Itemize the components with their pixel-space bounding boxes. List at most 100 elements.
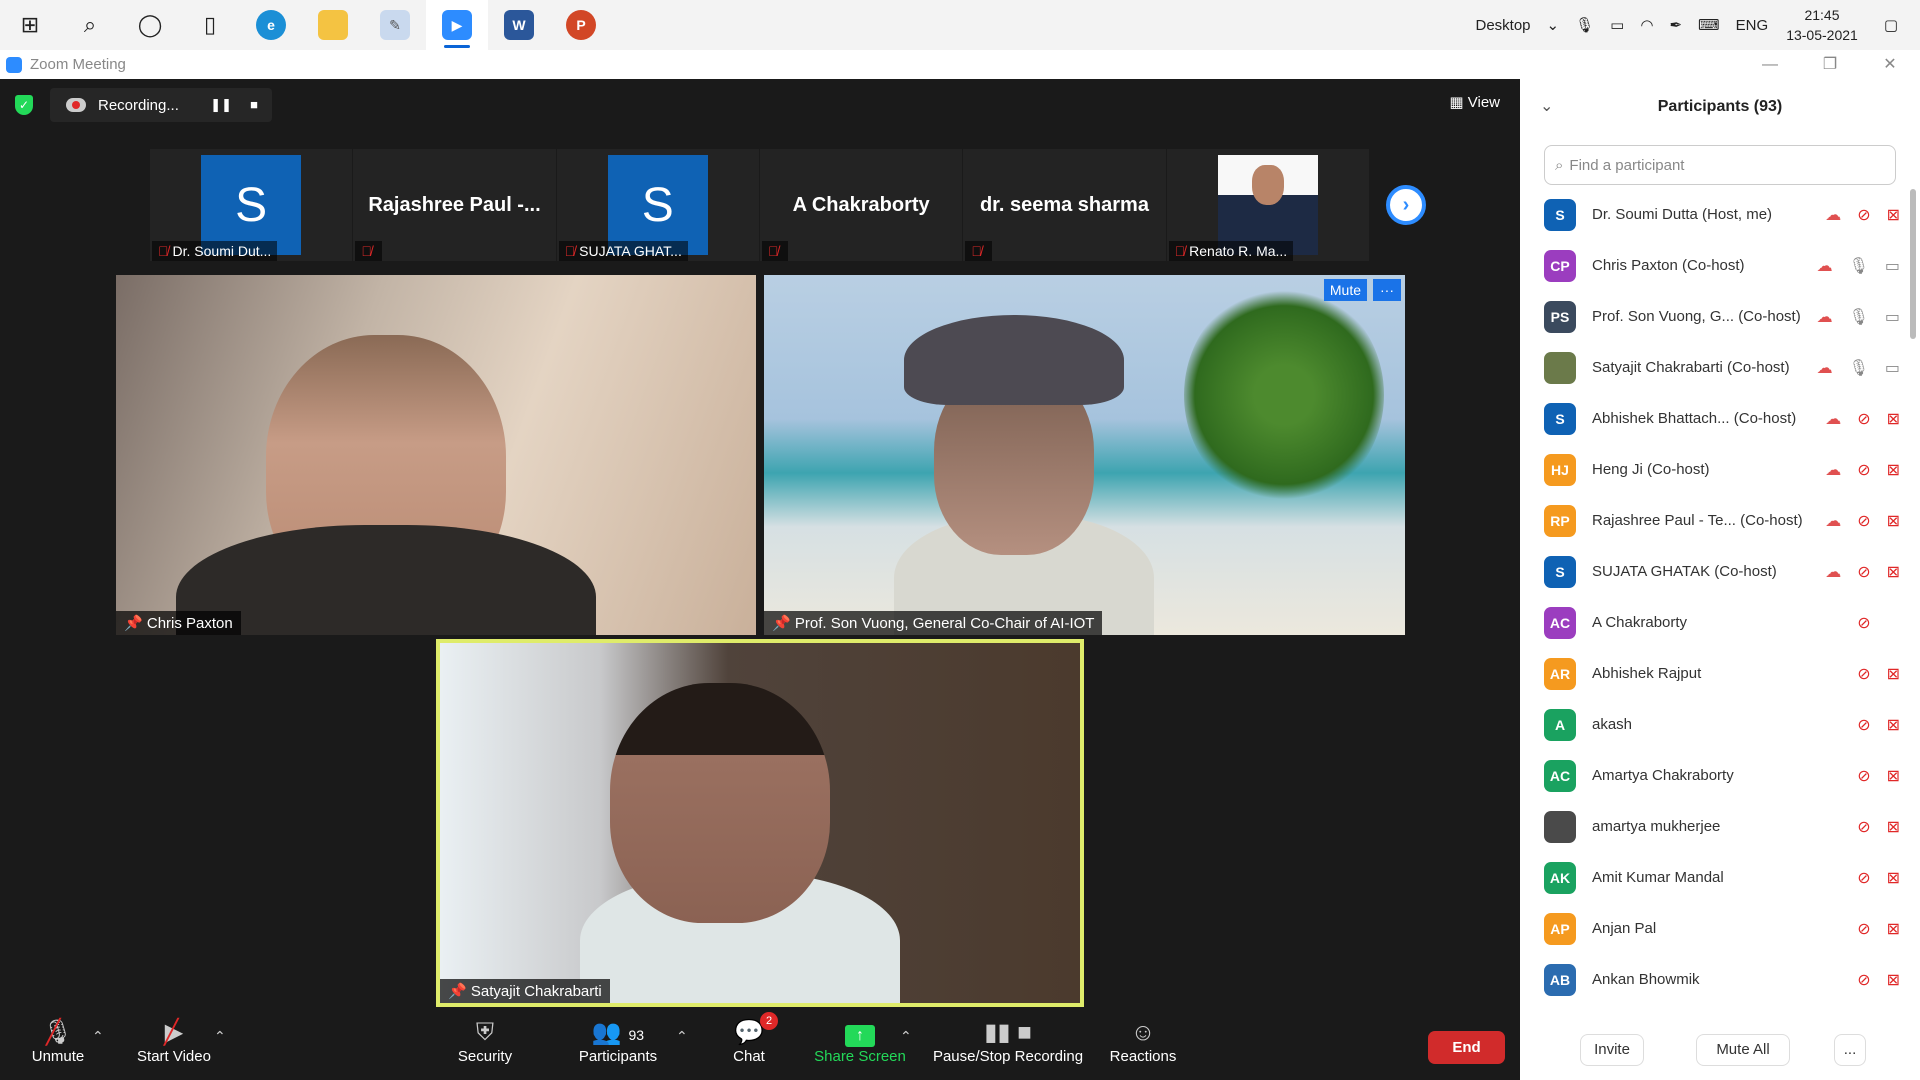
end-meeting-button[interactable]: End: [1428, 1031, 1505, 1064]
more-options-button[interactable]: ···: [1373, 279, 1401, 301]
chevron-down-icon[interactable]: ⌄: [1547, 16, 1560, 34]
wifi-icon[interactable]: ◠: [1640, 16, 1653, 34]
participant-row[interactable]: AR Abhishek Rajput ⊘ ⊠: [1520, 648, 1910, 699]
microphone-icon[interactable]: 🎙: [1849, 256, 1869, 276]
muted-mic-icon[interactable]: ⊘: [1857, 664, 1870, 684]
microphone-icon[interactable]: 🎙: [1575, 16, 1594, 34]
view-button[interactable]: ▦ View: [1449, 93, 1500, 111]
stop-recording-icon[interactable]: ■: [250, 97, 258, 112]
participant-row[interactable]: RP Rajashree Paul - Te... (Co-host) ☁ ⊘ ⊠: [1520, 495, 1910, 546]
video-off-icon[interactable]: ⊠: [1887, 511, 1900, 531]
share-screen-button[interactable]: ↑ Share Screen: [814, 1018, 906, 1065]
reactions-button[interactable]: ☺ Reactions: [1108, 1018, 1178, 1065]
muted-mic-icon[interactable]: ⊘: [1857, 613, 1870, 633]
participant-row[interactable]: S Abhishek Bhattach... (Co-host) ☁ ⊘ ⊠: [1520, 393, 1910, 444]
pen-icon[interactable]: ✒: [1669, 16, 1682, 34]
mute-participant-button[interactable]: Mute: [1323, 279, 1367, 301]
participant-row[interactable]: PS Prof. Son Vuong, G... (Co-host) ☁ 🎙 ▭: [1520, 291, 1910, 342]
participant-row[interactable]: AB Ankan Bhowmik ⊘ ⊠: [1520, 954, 1910, 1005]
muted-mic-icon[interactable]: ⊘: [1857, 970, 1870, 990]
thumbnail-tile[interactable]: A Chakraborty 🎙̸: [759, 149, 963, 261]
microphone-icon[interactable]: 🎙: [1849, 307, 1869, 327]
participant-row[interactable]: CP Chris Paxton (Co-host) ☁ 🎙 ▭: [1520, 240, 1910, 291]
more-options-button[interactable]: ...: [1834, 1034, 1866, 1066]
participant-row[interactable]: HJ Heng Ji (Co-host) ☁ ⊘ ⊠: [1520, 444, 1910, 495]
search-icon[interactable]: ⌕: [60, 0, 120, 50]
active-speaker-video-tile[interactable]: 📌 Satyajit Chakrabarti: [436, 639, 1084, 1007]
pause-stop-recording-button[interactable]: ▮▮ ■ Pause/Stop Recording: [930, 1018, 1086, 1065]
muted-mic-icon[interactable]: ⊘: [1857, 919, 1870, 939]
video-off-icon[interactable]: ⊠: [1887, 715, 1900, 735]
video-camera-icon[interactable]: ▭: [1885, 256, 1900, 276]
next-page-arrow-icon[interactable]: ›: [1386, 185, 1426, 225]
cortana-icon[interactable]: ◯: [120, 0, 180, 50]
clock[interactable]: 21:45 13-05-2021: [1786, 5, 1858, 45]
close-icon[interactable]: ✕: [1860, 50, 1920, 79]
participant-row[interactable]: AC A Chakraborty ⊘: [1520, 597, 1910, 648]
encryption-shield-icon[interactable]: ✓: [15, 95, 33, 115]
paint-app-icon[interactable]: ✎: [364, 0, 426, 50]
participant-row[interactable]: AC Amartya Chakraborty ⊘ ⊠: [1520, 750, 1910, 801]
video-options-caret-icon[interactable]: ⌃: [214, 1028, 226, 1045]
video-off-icon[interactable]: ⊠: [1887, 817, 1900, 837]
desktop-toolbar-label[interactable]: Desktop: [1476, 17, 1531, 34]
video-off-icon[interactable]: ⊠: [1887, 664, 1900, 684]
battery-icon[interactable]: ▭: [1610, 16, 1624, 34]
collapse-chevron-icon[interactable]: ⌄: [1540, 79, 1553, 135]
muted-mic-icon[interactable]: ⊘: [1857, 511, 1870, 531]
unmute-button[interactable]: 🎙 ╱ Unmute: [24, 1018, 92, 1065]
participants-button[interactable]: 👥 93 Participants: [570, 1018, 666, 1065]
video-camera-icon[interactable]: ▭: [1885, 307, 1900, 327]
notification-icon[interactable]: ▢: [1884, 16, 1898, 34]
muted-mic-icon[interactable]: ⊘: [1857, 409, 1870, 429]
video-tile[interactable]: Mute ··· 📌 Prof. Son Vuong, General Co-C…: [764, 275, 1405, 635]
participant-row[interactable]: amartya mukherjee ⊘ ⊠: [1520, 801, 1910, 852]
video-tile[interactable]: 📌 Chris Paxton: [116, 275, 756, 635]
thumbnail-tile[interactable]: S 🎙̸ Dr. Soumi Dut...: [150, 149, 353, 261]
minimize-icon[interactable]: —: [1740, 50, 1800, 79]
video-camera-icon[interactable]: ▭: [1885, 358, 1900, 378]
participant-row[interactable]: S Dr. Soumi Dutta (Host, me) ☁ ⊘ ⊠: [1520, 189, 1910, 240]
video-off-icon[interactable]: ⊠: [1887, 919, 1900, 939]
muted-mic-icon[interactable]: ⊘: [1857, 868, 1870, 888]
start-video-button[interactable]: ▶ ╱ Start Video: [130, 1018, 218, 1065]
participant-row[interactable]: Satyajit Chakrabarti (Co-host) ☁ 🎙 ▭: [1520, 342, 1910, 393]
video-off-icon[interactable]: ⊠: [1887, 868, 1900, 888]
keyboard-icon[interactable]: ⌨: [1698, 16, 1720, 34]
audio-options-caret-icon[interactable]: ⌃: [92, 1028, 104, 1045]
file-explorer-app-icon[interactable]: [302, 0, 364, 50]
participant-row[interactable]: AK Amit Kumar Mandal ⊘ ⊠: [1520, 852, 1910, 903]
participant-search-input[interactable]: ⌕ Find a participant: [1544, 145, 1896, 185]
powerpoint-app-icon[interactable]: P: [550, 0, 612, 50]
chat-button[interactable]: 💬 2 Chat: [728, 1012, 778, 1065]
security-button[interactable]: ⛨ Security: [452, 1018, 518, 1065]
pause-recording-icon[interactable]: ❚❚: [210, 97, 232, 112]
video-off-icon[interactable]: ⊠: [1887, 460, 1900, 480]
video-off-icon[interactable]: ⊠: [1887, 970, 1900, 990]
thumbnail-tile[interactable]: dr. seema sharma 🎙̸: [963, 149, 1166, 261]
video-off-icon[interactable]: ⊠: [1887, 205, 1900, 225]
muted-mic-icon[interactable]: ⊘: [1857, 766, 1870, 786]
mute-all-button[interactable]: Mute All: [1696, 1034, 1790, 1066]
language-indicator[interactable]: ENG: [1736, 17, 1769, 34]
participant-row[interactable]: Aakash ⊘ ⊠: [1520, 699, 1910, 750]
thumbnail-tile[interactable]: Rajashree Paul -... 🎙̸: [353, 149, 556, 261]
participant-row[interactable]: AP Anjan Pal ⊘ ⊠: [1520, 903, 1910, 954]
restore-icon[interactable]: ❐: [1800, 50, 1860, 79]
microphone-icon[interactable]: 🎙: [1849, 358, 1869, 378]
word-app-icon[interactable]: W: [488, 0, 550, 50]
video-off-icon[interactable]: ⊠: [1887, 409, 1900, 429]
muted-mic-icon[interactable]: ⊘: [1857, 205, 1870, 225]
windows-start-icon[interactable]: ⊞: [0, 0, 60, 50]
participant-list-scrollbar[interactable]: [1910, 189, 1916, 339]
participants-options-caret-icon[interactable]: ⌃: [676, 1028, 688, 1045]
muted-mic-icon[interactable]: ⊘: [1857, 817, 1870, 837]
invite-button[interactable]: Invite: [1580, 1034, 1644, 1066]
thumbnail-tile[interactable]: 🎙̸ Renato R. Ma...: [1166, 149, 1369, 261]
share-options-caret-icon[interactable]: ⌃: [900, 1028, 912, 1045]
muted-mic-icon[interactable]: ⊘: [1857, 460, 1870, 480]
edge-app-icon[interactable]: e: [240, 0, 302, 50]
muted-mic-icon[interactable]: ⊘: [1857, 562, 1870, 582]
muted-mic-icon[interactable]: ⊘: [1857, 715, 1870, 735]
video-off-icon[interactable]: ⊠: [1887, 766, 1900, 786]
